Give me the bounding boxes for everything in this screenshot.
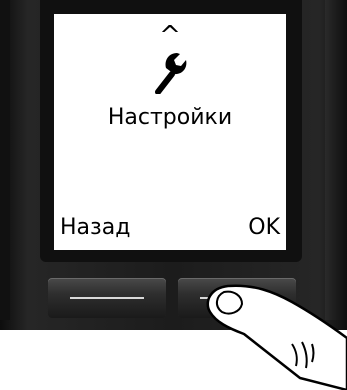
menu-title: Настройки — [107, 105, 233, 130]
softkey-mark — [70, 297, 144, 299]
phone-edge-right — [325, 0, 347, 320]
finger-pressing-icon — [206, 284, 347, 390]
wrench-icon — [155, 53, 187, 94]
softkey-right-label: OK — [248, 215, 280, 240]
softkey-left-label: Назад — [60, 215, 131, 240]
display-screen: ^ Настройки Назад OK — [54, 14, 286, 250]
scroll-up-indicator: ^ — [159, 21, 181, 51]
left-softkey-button[interactable] — [48, 278, 166, 318]
phone-edge-left — [0, 0, 10, 320]
